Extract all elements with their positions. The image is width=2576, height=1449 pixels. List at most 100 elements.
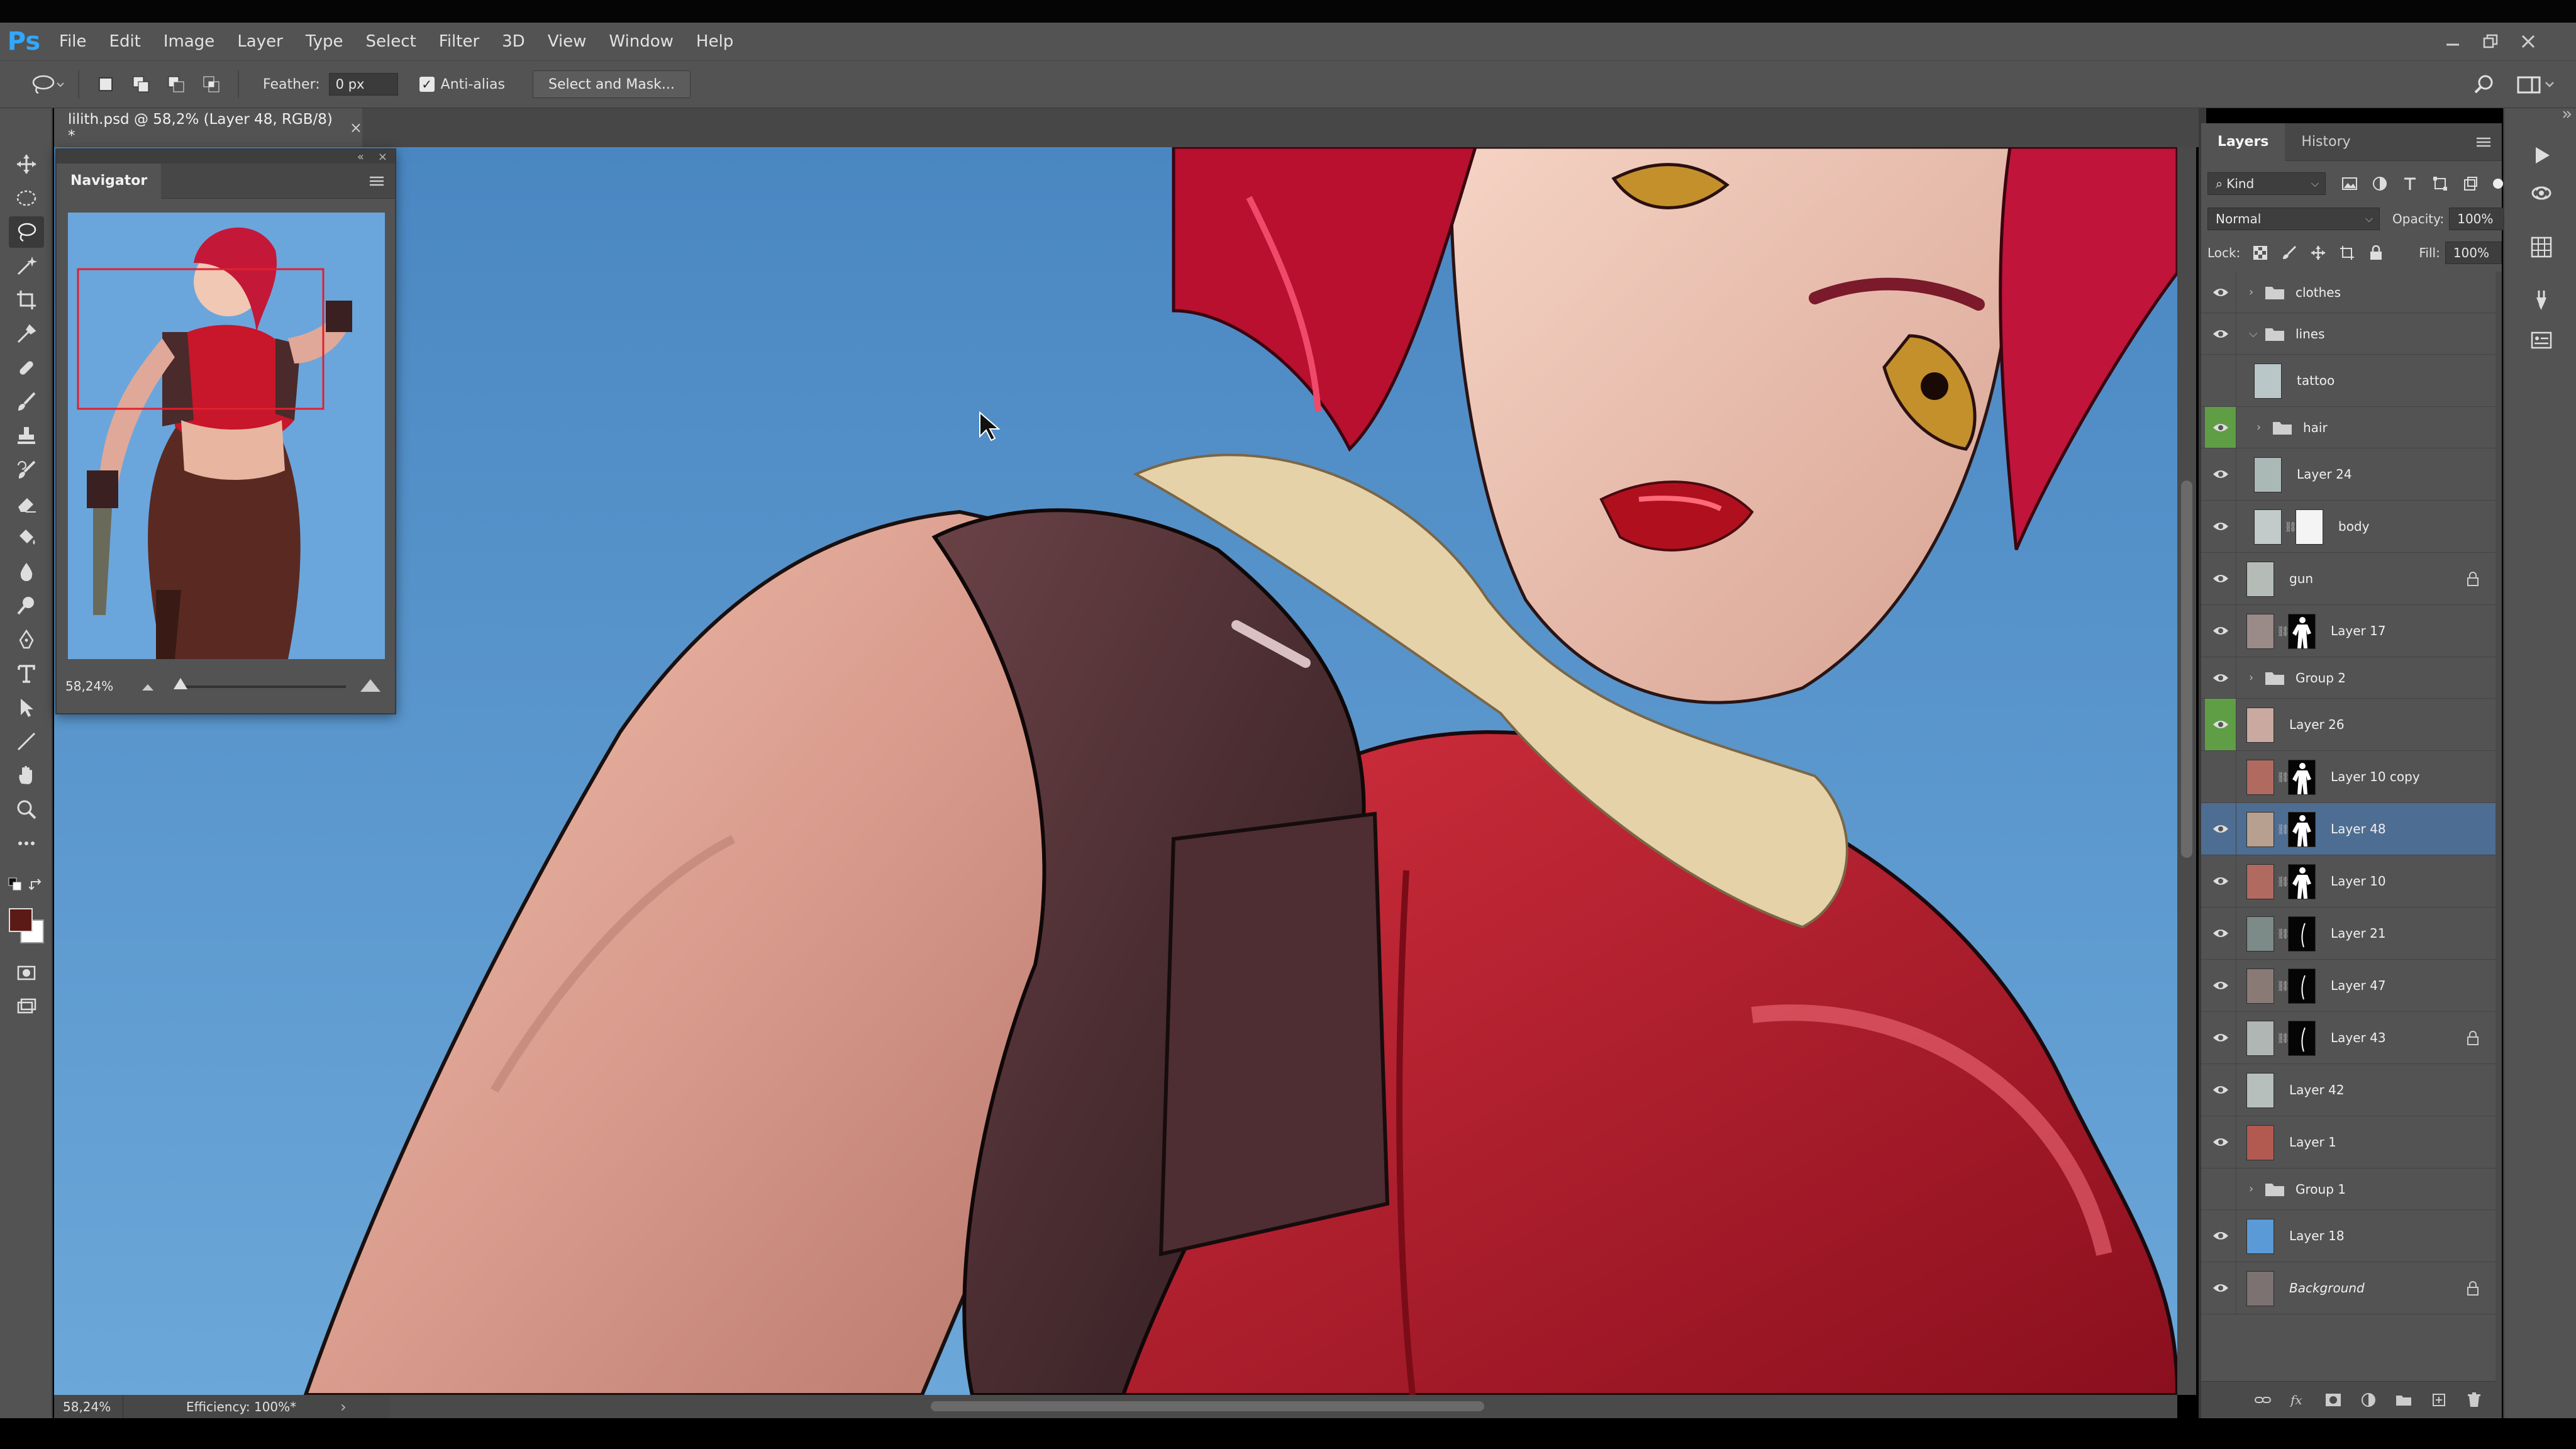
lasso-tool[interactable] xyxy=(9,216,44,248)
tab-layers[interactable]: Layers xyxy=(2201,123,2285,161)
menu-type[interactable]: Type xyxy=(294,23,355,60)
menu-image[interactable]: Image xyxy=(152,23,226,60)
layer-row-gun[interactable]: gun xyxy=(2201,553,2502,605)
navigator-zoom-slider-knob[interactable] xyxy=(174,678,187,689)
zoom-in-icon[interactable] xyxy=(358,677,382,694)
actions-panel-button[interactable] xyxy=(2527,141,2556,170)
layer-row-layer-18[interactable]: Layer 18 xyxy=(2201,1210,2502,1262)
status-zoom-field[interactable]: 58,24% xyxy=(54,1395,123,1418)
close-panel-icon[interactable]: × xyxy=(378,150,387,164)
layer-thumbnail[interactable] xyxy=(2246,1124,2274,1160)
layer-visibility-toggle[interactable] xyxy=(2205,448,2236,500)
chevron-right-icon[interactable]: › xyxy=(2249,1182,2253,1196)
document-tab[interactable]: lilith.psd @ 58,2% (Layer 48, RGB/8) * × xyxy=(54,108,362,147)
add-layer-style-button[interactable]: fx xyxy=(2289,1391,2307,1409)
layer-row-layer-21[interactable]: ⛓ Layer 21 xyxy=(2201,908,2502,960)
minimize-window-button[interactable] xyxy=(2434,23,2472,60)
opacity-input[interactable]: 100% xyxy=(2449,208,2506,230)
eraser-tool[interactable] xyxy=(9,488,44,519)
layer-thumbnail[interactable] xyxy=(2246,1020,2274,1056)
new-adjustment-layer-button[interactable] xyxy=(2360,1391,2377,1409)
status-menu-arrow[interactable]: › xyxy=(340,1398,347,1416)
layer-visibility-toggle[interactable] xyxy=(2205,751,2236,802)
blend-mode-select[interactable]: Normal ⌵ xyxy=(2207,208,2380,230)
layer-thumbnail[interactable] xyxy=(2246,1072,2274,1108)
layer-row-hair[interactable]: › hair xyxy=(2201,407,2502,448)
quick-mask-button[interactable] xyxy=(9,957,44,989)
intersect-selection-button[interactable] xyxy=(199,72,224,97)
link-layers-button[interactable] xyxy=(2254,1391,2272,1409)
blur-tool[interactable] xyxy=(9,556,44,587)
menu-file[interactable]: File xyxy=(48,23,98,60)
type-tool[interactable] xyxy=(9,658,44,689)
layer-row-layer-10-copy[interactable]: ⛓ Layer 10 copy xyxy=(2201,751,2502,803)
menu-view[interactable]: View xyxy=(536,23,598,60)
lock-pixels-button[interactable] xyxy=(2280,244,2298,262)
layer-row-group-2[interactable]: › Group 2 xyxy=(2201,657,2502,699)
dock-collapse-toggle[interactable] xyxy=(2561,108,2573,121)
lock-all-button[interactable] xyxy=(2367,244,2385,262)
layer-row-layer-43[interactable]: ⛓ Layer 43 xyxy=(2201,1012,2502,1064)
lock-artboard-button[interactable] xyxy=(2338,244,2356,262)
vertical-scroll-thumb[interactable] xyxy=(2181,480,2192,858)
layer-visibility-toggle[interactable] xyxy=(2205,1210,2236,1262)
layer-thumbnail[interactable] xyxy=(2246,1218,2274,1254)
path-selection-tool[interactable] xyxy=(9,692,44,723)
menu-help[interactable]: Help xyxy=(685,23,745,60)
layer-thumbnail[interactable] xyxy=(2246,613,2274,649)
layer-visibility-toggle[interactable] xyxy=(2205,553,2236,604)
chevron-right-icon[interactable]: › xyxy=(2249,671,2253,684)
chevron-down-icon[interactable]: ⌵ xyxy=(2249,327,2258,340)
new-selection-button[interactable] xyxy=(93,72,118,97)
line-tool[interactable] xyxy=(9,726,44,757)
navigator-zoom-field[interactable]: 58,24% xyxy=(65,679,128,694)
tool-preset-picker[interactable] xyxy=(25,70,69,98)
more-tools-button[interactable] xyxy=(9,828,44,859)
layer-mask-thumbnail[interactable] xyxy=(2296,509,2323,545)
fill-input[interactable]: 100% xyxy=(2445,242,2502,264)
panel-menu-icon[interactable] xyxy=(2475,136,2492,148)
layer-mask-thumbnail[interactable] xyxy=(2288,968,2316,1004)
layer-thumbnail[interactable] xyxy=(2246,561,2274,597)
layer-mask-thumbnail[interactable] xyxy=(2288,916,2316,952)
layer-visibility-toggle[interactable] xyxy=(2205,657,2236,698)
foreground-color-swatch[interactable] xyxy=(9,908,33,932)
layer-thumbnail[interactable] xyxy=(2254,509,2282,545)
layer-row-layer-1[interactable]: Layer 1 xyxy=(2201,1116,2502,1169)
navigator-preview[interactable] xyxy=(68,213,385,659)
zoom-tool[interactable] xyxy=(9,794,44,825)
layer-kind-filter[interactable]: ⌕ Kind ⌵ xyxy=(2207,172,2326,195)
restore-window-button[interactable] xyxy=(2472,23,2509,60)
add-selection-button[interactable] xyxy=(128,72,153,97)
layer-row-group-1[interactable]: › Group 1 xyxy=(2201,1169,2502,1210)
3d-panel-button[interactable] xyxy=(2527,179,2556,208)
move-tool[interactable] xyxy=(9,148,44,180)
zoom-out-icon[interactable] xyxy=(140,680,156,693)
layer-visibility-toggle[interactable] xyxy=(2205,908,2236,959)
layer-row-layer-48[interactable]: ⛓ Layer 48 xyxy=(2201,803,2502,855)
add-mask-button[interactable] xyxy=(2324,1391,2342,1409)
antialias-checkbox[interactable]: ✓ xyxy=(419,77,435,92)
layer-visibility-toggle[interactable] xyxy=(2205,407,2236,448)
layer-visibility-toggle[interactable] xyxy=(2205,1116,2236,1168)
delete-layer-button[interactable] xyxy=(2465,1391,2483,1409)
layer-visibility-toggle[interactable] xyxy=(2205,272,2236,313)
layer-mask-thumbnail[interactable] xyxy=(2288,759,2316,795)
layer-visibility-toggle[interactable] xyxy=(2205,960,2236,1011)
layer-row-lines[interactable]: ⌵ lines xyxy=(2201,313,2502,355)
clone-stamp-tool[interactable] xyxy=(9,420,44,452)
horizontal-scroll-thumb[interactable] xyxy=(931,1401,1484,1411)
menu-3d[interactable]: 3D xyxy=(491,23,536,60)
layer-row-layer-10[interactable]: ⛓ Layer 10 xyxy=(2201,855,2502,908)
menu-layer[interactable]: Layer xyxy=(226,23,294,60)
new-group-button[interactable] xyxy=(2395,1391,2412,1409)
paint-bucket-tool[interactable] xyxy=(9,522,44,553)
tab-history[interactable]: History xyxy=(2285,123,2367,161)
filter-shape-button[interactable] xyxy=(2431,175,2449,192)
layer-thumbnail[interactable] xyxy=(2246,707,2274,743)
layer-mask-thumbnail[interactable] xyxy=(2288,811,2316,847)
healing-brush-tool[interactable] xyxy=(9,352,44,384)
layer-row-tattoo[interactable]: tattoo xyxy=(2201,355,2502,407)
pen-tool[interactable] xyxy=(9,624,44,655)
lock-position-button[interactable] xyxy=(2309,244,2327,262)
